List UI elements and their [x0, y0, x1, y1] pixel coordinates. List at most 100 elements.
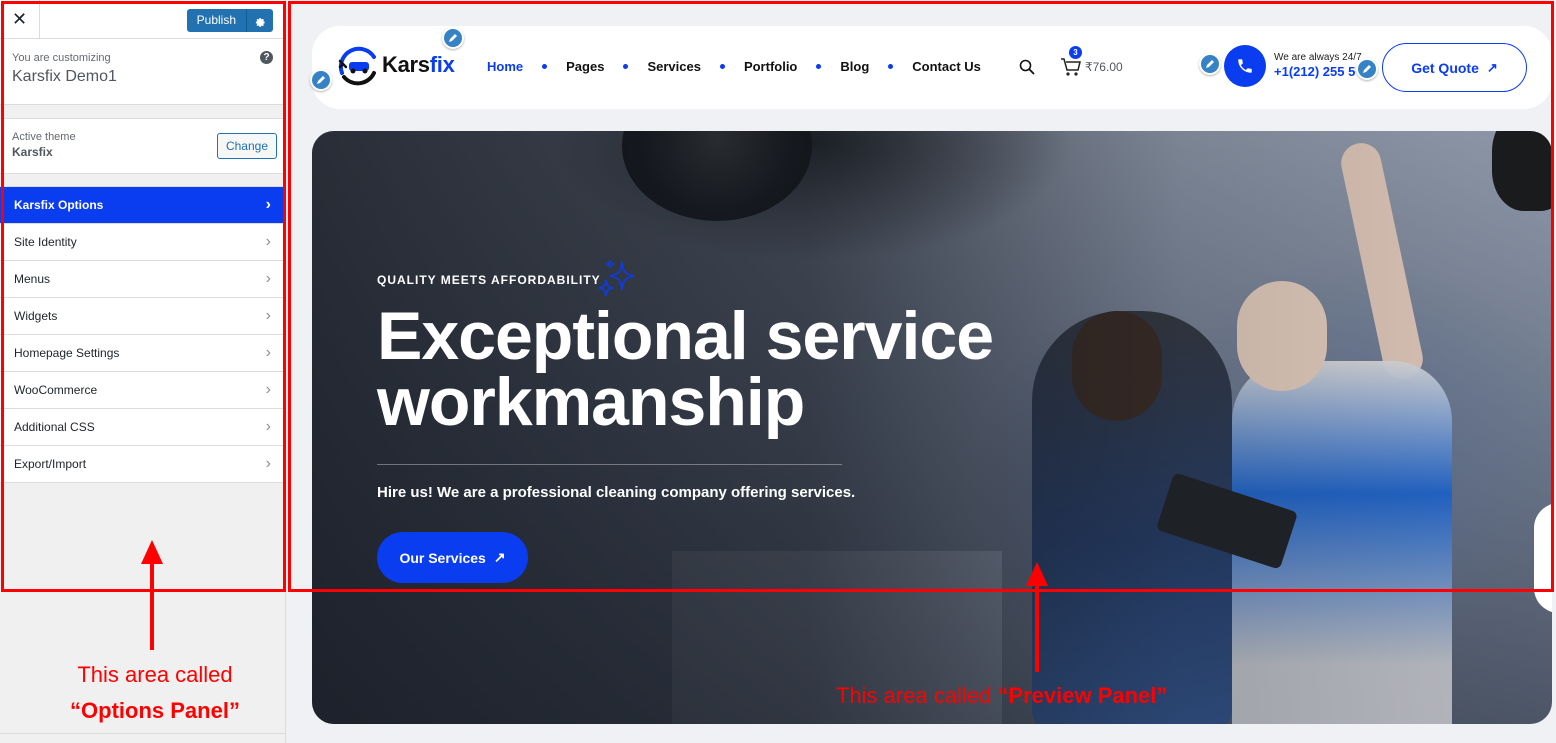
- preview-panel: Karsfix Home Pages Services Portfolio Bl…: [287, 0, 1556, 743]
- edit-shortcut-header[interactable]: [310, 69, 332, 91]
- menu-item-homepage-settings[interactable]: Homepage Settings ›: [0, 335, 285, 372]
- menu-item-label: Menus: [14, 272, 51, 286]
- menu-item-woocommerce[interactable]: WooCommerce ›: [0, 372, 285, 409]
- hero-banner: QUALITY MEETS AFFORDABILITY Exceptional …: [312, 131, 1552, 724]
- hero-subtitle: Hire us! We are a professional cleaning …: [377, 484, 856, 501]
- cart-count-badge: 3: [1069, 46, 1082, 59]
- pencil-icon: [1363, 65, 1371, 73]
- pencil-icon: [449, 34, 457, 42]
- pencil-icon: [317, 76, 325, 84]
- options-panel-note: This area called “Options Panel”: [40, 657, 270, 729]
- phone-icon: [1238, 59, 1252, 73]
- customizer-menu: Karsfix Options › Site Identity › Menus …: [0, 186, 285, 483]
- slider-dot-active[interactable]: [1551, 573, 1552, 582]
- nav-pages[interactable]: Pages: [566, 59, 604, 74]
- cart-total: ₹76.00: [1085, 60, 1123, 74]
- options-note-line1: This area called: [77, 662, 233, 687]
- site-logo[interactable]: Karsfix: [336, 43, 455, 87]
- slider-pagination: [1534, 503, 1552, 613]
- publish-button[interactable]: Publish: [186, 9, 247, 32]
- car-wrench-logo-icon: [338, 46, 376, 86]
- nav-services[interactable]: Services: [647, 59, 701, 74]
- nav-separator: [542, 64, 548, 69]
- hero-divider: [377, 464, 842, 465]
- menu-item-menus[interactable]: Menus ›: [0, 261, 285, 298]
- edit-shortcut-logo[interactable]: [442, 27, 464, 49]
- search-icon[interactable]: [1019, 59, 1035, 75]
- menu-item-widgets[interactable]: Widgets ›: [0, 298, 285, 335]
- customizer-header: ✕ Publish: [0, 0, 285, 39]
- our-services-label: Our Services: [399, 549, 486, 566]
- menu-item-site-identity[interactable]: Site Identity ›: [0, 224, 285, 261]
- options-note-bold: “Options Panel”: [70, 698, 240, 723]
- arrow-up-right-icon: ↗: [1486, 59, 1498, 75]
- cart[interactable]: 3 ₹76.00: [1060, 46, 1123, 77]
- nav-separator: [816, 64, 822, 69]
- chevron-right-icon: ›: [265, 233, 271, 250]
- slider-dot[interactable]: [1551, 555, 1552, 564]
- options-panel: ✕ Publish You are customizing Karsfix De…: [0, 0, 286, 743]
- chevron-right-icon: ›: [265, 455, 271, 472]
- nav-separator: [888, 64, 894, 69]
- nav-separator: [623, 64, 629, 69]
- main-navigation: Home Pages Services Portfolio Blog Conta…: [487, 59, 981, 74]
- site-name: Karsfix Demo1: [12, 68, 117, 85]
- cart-icon: [1061, 58, 1081, 76]
- get-quote-button[interactable]: Get Quote ↗: [1382, 43, 1527, 92]
- menu-item-label: Site Identity: [14, 235, 77, 249]
- menu-item-additional-css[interactable]: Additional CSS ›: [0, 409, 285, 446]
- menu-item-label: Export/Import: [14, 457, 87, 471]
- help-icon[interactable]: ?: [260, 51, 273, 64]
- phone-button[interactable]: [1224, 45, 1266, 87]
- pencil-icon: [1206, 60, 1214, 68]
- menu-item-export-import[interactable]: Export/Import ›: [0, 446, 285, 483]
- publish-settings-button[interactable]: [247, 9, 273, 32]
- our-services-button[interactable]: Our Services ↗: [377, 532, 528, 583]
- active-theme-section: Active theme Karsfix Change: [0, 118, 285, 174]
- close-icon: ✕: [11, 9, 28, 29]
- hero-title-line2: workmanship: [377, 364, 805, 440]
- gear-icon: [255, 17, 265, 27]
- preview-note-bold: “Preview Panel”: [997, 683, 1168, 708]
- chevron-right-icon: ›: [265, 418, 271, 435]
- nav-portfolio[interactable]: Portfolio: [744, 59, 797, 74]
- arrow-up-right-icon: ↗: [493, 549, 506, 565]
- customizing-label: You are customizing: [12, 52, 111, 64]
- arrow-up-icon: [141, 540, 163, 564]
- arrow-up-icon: [1026, 562, 1048, 586]
- hero-tagline: QUALITY MEETS AFFORDABILITY: [377, 273, 601, 287]
- chevron-right-icon: ›: [265, 381, 271, 398]
- edit-shortcut-phone[interactable]: [1199, 53, 1221, 75]
- customizing-info: You are customizing Karsfix Demo1 ?: [0, 39, 285, 105]
- chevron-right-icon: ›: [265, 270, 271, 287]
- preview-panel-note: This area called “Preview Panel”: [836, 683, 1167, 709]
- menu-item-label: Widgets: [14, 309, 58, 323]
- nav-blog[interactable]: Blog: [840, 59, 869, 74]
- arrow-shaft: [1035, 584, 1039, 672]
- close-customizer-button[interactable]: ✕: [0, 0, 40, 39]
- chevron-right-icon: ›: [265, 307, 271, 324]
- publish-group: Publish: [186, 9, 273, 32]
- nav-contact-us[interactable]: Contact Us: [912, 59, 981, 74]
- logo-text: Karsfix: [382, 52, 455, 78]
- edit-shortcut-quote[interactable]: [1356, 58, 1378, 80]
- options-note-line2: “Options Panel”: [40, 693, 270, 729]
- logo-text-accent: fix: [429, 52, 455, 77]
- hero-title-line1: Exceptional service: [377, 298, 994, 374]
- menu-item-label: WooCommerce: [14, 383, 98, 397]
- slider-dot[interactable]: [1551, 537, 1552, 546]
- preview-note-prefix: This area called: [836, 683, 998, 708]
- menu-item-label: Homepage Settings: [14, 346, 120, 360]
- menu-item-label: Karsfix Options: [14, 198, 104, 212]
- get-quote-label: Get Quote: [1411, 59, 1479, 76]
- logo-text-main: Kars: [382, 52, 430, 77]
- chevron-right-icon: ›: [265, 196, 271, 213]
- menu-item-label: Additional CSS: [14, 420, 95, 434]
- arrow-shaft: [150, 562, 154, 650]
- nav-separator: [719, 64, 725, 69]
- change-theme-button[interactable]: Change: [216, 133, 277, 159]
- panel-footer-divider: [0, 733, 286, 734]
- nav-home[interactable]: Home: [487, 59, 523, 74]
- menu-item-karsfix-options[interactable]: Karsfix Options ›: [0, 187, 285, 224]
- hero-title: Exceptional service workmanship: [377, 298, 1097, 440]
